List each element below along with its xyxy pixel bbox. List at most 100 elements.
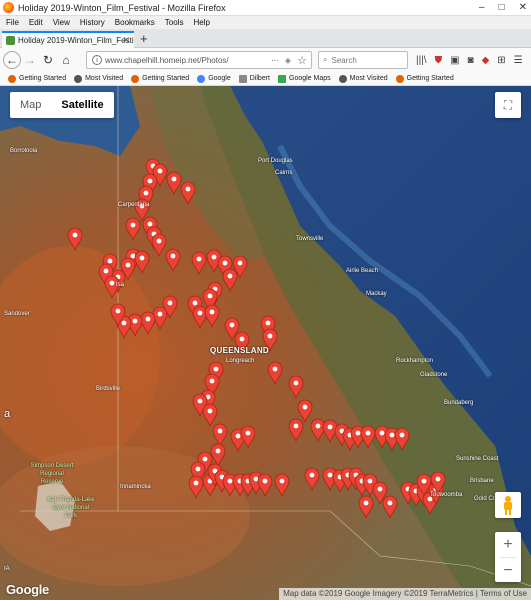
map-marker-dot (209, 378, 215, 384)
bookmark-item[interactable]: Getting Started (131, 74, 189, 83)
place-label: Borroloola (10, 148, 38, 154)
map-marker-dot (279, 478, 285, 484)
open-menu-button[interactable]: ☰ (514, 55, 523, 66)
map-marker-dot (327, 472, 333, 478)
bookmark-item[interactable]: Google (197, 74, 231, 83)
map-marker-dot (197, 310, 203, 316)
map-marker-dot (197, 398, 203, 404)
addon-extra-icon[interactable]: ◆ (482, 55, 490, 66)
map-marker-dot (170, 253, 176, 259)
page-actions-icon[interactable]: ··· (271, 56, 279, 65)
tab-active[interactable]: Holiday 2019-Winton_Film_Festi ✕ (2, 31, 134, 48)
site-info-icon[interactable]: i (92, 55, 102, 65)
map-marker-dot (121, 320, 127, 326)
bookmark-star-icon[interactable]: ☆ (297, 54, 307, 67)
map-marker-dot (167, 300, 173, 306)
pegman-icon[interactable] (495, 492, 521, 518)
tab-close-icon[interactable]: ✕ (122, 35, 130, 46)
place-label: Mackay (366, 291, 387, 297)
window-titlebar: Holiday 2019-Winton_Film_Festival - Mozi… (0, 0, 531, 16)
map-marker-dot (367, 478, 373, 484)
map-marker-dot (235, 433, 241, 439)
menu-edit[interactable]: Edit (29, 18, 43, 27)
reload-button[interactable]: ↻ (39, 51, 57, 69)
bookmarks-toolbar: Getting Started Most Visited Getting Sta… (0, 72, 531, 86)
menu-view[interactable]: View (53, 18, 70, 27)
bookmark-item[interactable]: Google Maps (278, 74, 331, 83)
tracking-protection-icon[interactable]: ◈ (285, 56, 291, 65)
bookmark-label: Most Visited (349, 75, 388, 82)
bookmark-item[interactable]: Getting Started (395, 74, 454, 83)
map-attribution[interactable]: Map data ©2019 Google Imagery ©2019 Terr… (279, 588, 531, 600)
google-logo: Google (6, 582, 49, 597)
fullscreen-button[interactable]: ⛶ (495, 92, 521, 118)
menu-tools[interactable]: Tools (165, 18, 184, 27)
close-window-button[interactable]: ✕ (519, 2, 527, 13)
place-label: Bundaberg (444, 400, 474, 406)
map-marker-dot (237, 260, 243, 266)
place-label: Toowoomba (430, 492, 463, 498)
map-marker-dot (211, 254, 217, 260)
map-marker-dot (245, 430, 251, 436)
satellite-map[interactable]: Borroloola Port Douglas Cairns Townsvill… (0, 86, 531, 600)
map-marker-dot (365, 430, 371, 436)
addon-grid-icon[interactable]: ⊞ (497, 55, 505, 66)
back-button[interactable]: ← (3, 51, 21, 69)
place-label: Isa (116, 282, 125, 288)
bookmark-item[interactable]: Getting Started (8, 74, 67, 83)
menu-bookmarks[interactable]: Bookmarks (115, 18, 155, 27)
place-label: IA (4, 566, 10, 572)
place-label: Birdsville (96, 386, 121, 392)
map-type-map-button[interactable]: Map (10, 92, 51, 118)
map-marker-dot (377, 486, 383, 492)
zoom-out-button[interactable]: − (495, 558, 521, 583)
window-title: Holiday 2019-Winton_Film_Festival - Mozi… (18, 2, 226, 13)
map-marker-dot (227, 273, 233, 279)
addon-box-icon[interactable]: ▣ (450, 55, 459, 66)
map-marker-dot (125, 262, 131, 268)
map-marker-dot (157, 311, 163, 317)
tab-strip: Holiday 2019-Winton_Film_Festi ✕ + (0, 29, 531, 48)
map-marker-dot (157, 168, 163, 174)
menu-bar: File Edit View History Bookmarks Tools H… (0, 16, 531, 29)
forward-button[interactable]: → (21, 51, 39, 69)
place-label: Airlie Beach (346, 268, 379, 274)
map-marker-dot (215, 448, 221, 454)
map-type-satellite-button[interactable]: Satellite (51, 92, 113, 118)
library-icon[interactable]: |||\ (416, 55, 427, 66)
url-text[interactable]: www.chapelhill.homeip.net/Photos/ (105, 56, 229, 65)
map-marker-dot (387, 500, 393, 506)
map-marker-dot (222, 260, 228, 266)
addon-pocket-icon[interactable]: ◙ (468, 55, 474, 66)
home-button[interactable]: ⌂ (57, 51, 75, 69)
bookmark-label: Getting Started (19, 75, 67, 82)
new-tab-button[interactable]: + (140, 31, 148, 46)
map-marker-dot (207, 293, 213, 299)
map-marker-dot (213, 366, 219, 372)
map-marker-dot (265, 320, 271, 326)
bookmark-item[interactable]: Most Visited (338, 74, 388, 83)
map-marker-dot (185, 186, 191, 192)
minimize-button[interactable]: – (479, 2, 485, 13)
region-label: QUEENSLAND (210, 346, 270, 355)
addon-shield-icon[interactable]: ⛊ (435, 55, 443, 66)
map-marker-dot (389, 432, 395, 438)
menu-file[interactable]: File (6, 18, 19, 27)
map-marker-dot (171, 176, 177, 182)
maps-icon (278, 74, 286, 83)
maximize-button[interactable]: □ (499, 2, 505, 13)
map-marker-dot (355, 430, 361, 436)
bookmark-icon (8, 74, 16, 83)
search-input[interactable]: ⌕ Search (318, 51, 408, 69)
toolbar-icons: |||\ ⛊ ▣ ◙ ◆ ⊞ ☰ (416, 51, 523, 69)
bookmark-item[interactable]: Dilbert (238, 74, 270, 83)
zoom-in-button[interactable]: + (495, 532, 521, 557)
zoom-control: + − (495, 532, 521, 582)
map-marker-dot (435, 476, 441, 482)
bookmark-item[interactable]: Most Visited (74, 74, 123, 83)
search-placeholder: Search (331, 55, 357, 65)
menu-history[interactable]: History (80, 18, 105, 27)
map-marker-dot (109, 280, 115, 286)
url-bar[interactable]: i www.chapelhill.homeip.net/Photos/ ··· … (86, 51, 312, 69)
menu-help[interactable]: Help (193, 18, 209, 27)
